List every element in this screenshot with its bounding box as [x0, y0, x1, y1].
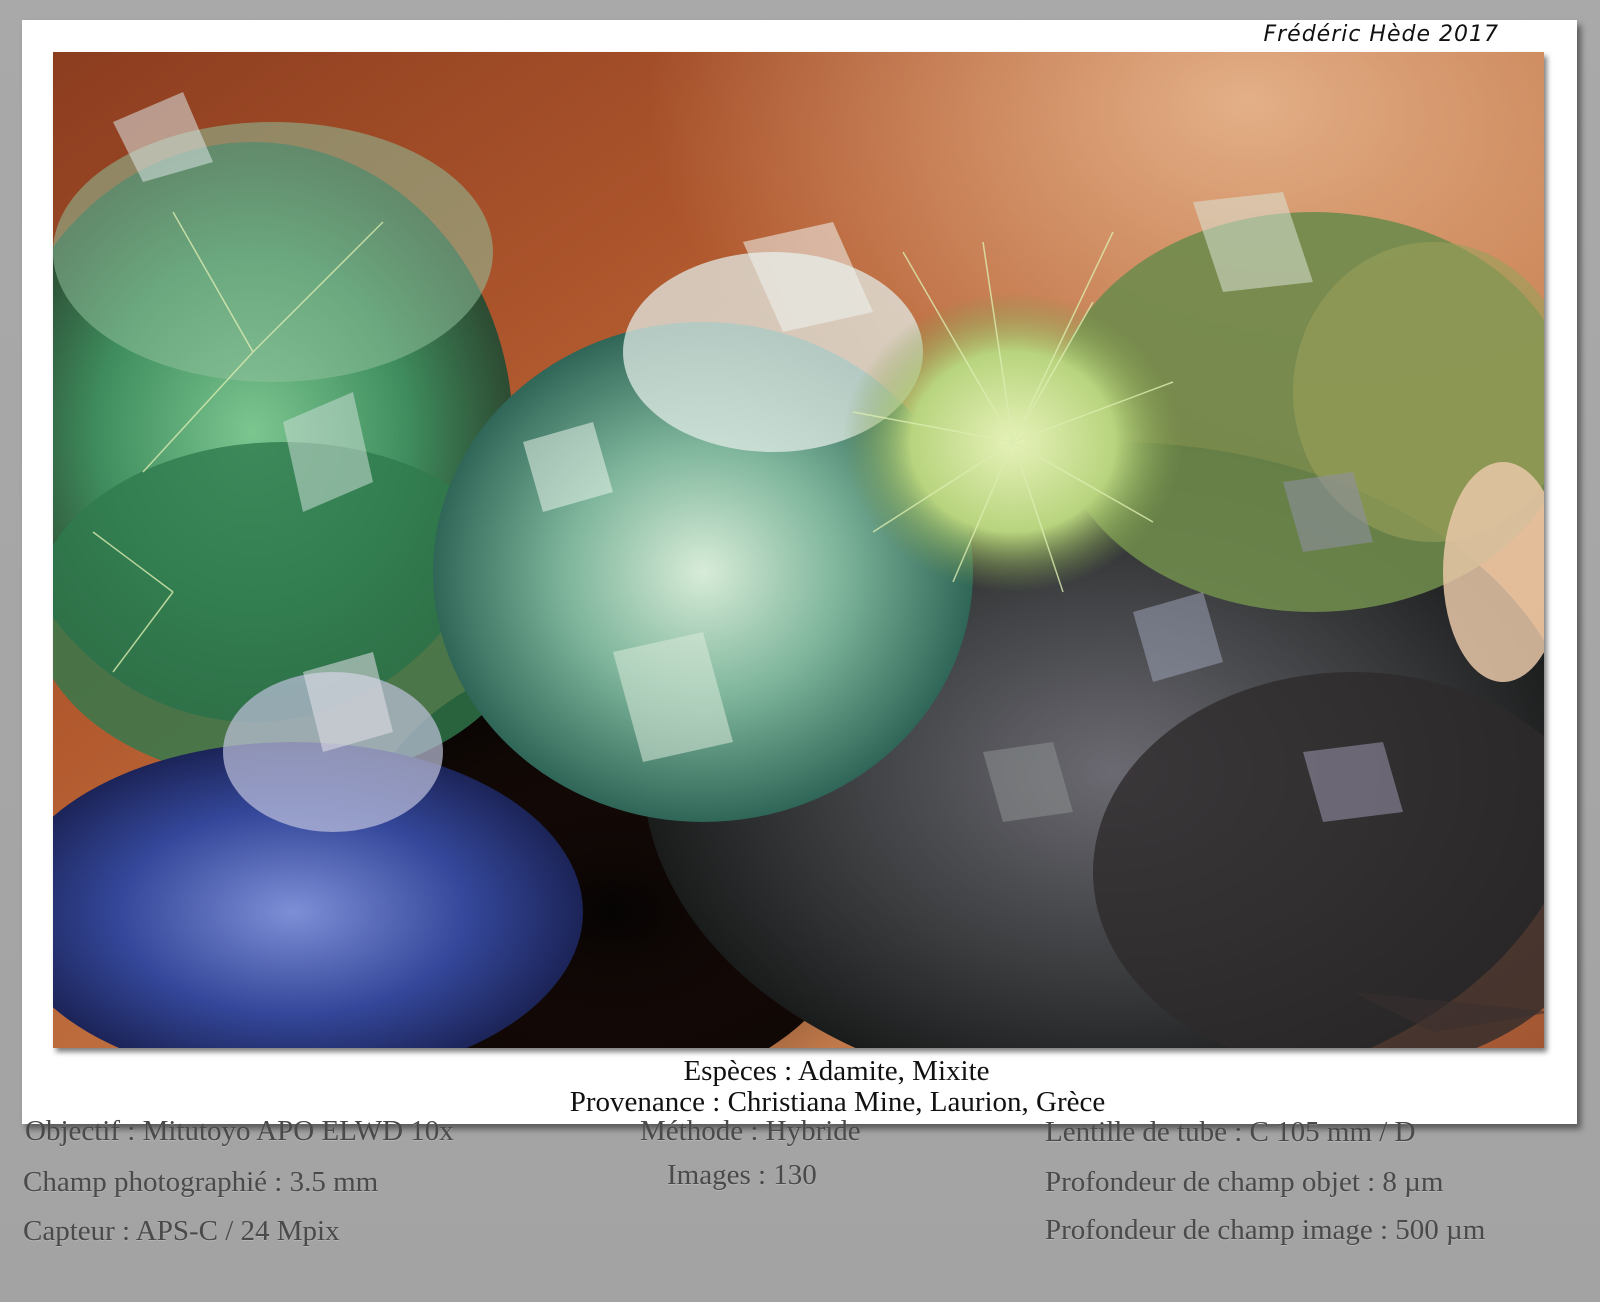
page: Frédéric Hède 2017 Espèces: Adamite, Mi…	[0, 0, 1600, 1302]
photographer-signature: Frédéric Hède 2017	[1263, 22, 1499, 47]
method-info: Méthode : Hybride	[640, 1115, 861, 1147]
mineral-photograph	[53, 52, 1544, 1048]
field-info: Champ photographié : 3.5 mm	[23, 1166, 379, 1198]
provenance-caption: Provenance : Christiana Mine, Laurion, G…	[569, 1086, 1106, 1118]
sensor-info: Capteur : APS-C / 24 Mpix	[23, 1215, 340, 1247]
images-info: Images : 130	[667, 1159, 817, 1191]
species-caption: Espèces : Adamite, Mixite	[683, 1055, 990, 1087]
mineral-photo-artwork	[53, 52, 1544, 1048]
tube-lens-info: Lentille de tube : C 105 mm / D	[1045, 1116, 1416, 1148]
image-depth-of-field-info: Profondeur de champ image : 500 µm	[1045, 1214, 1486, 1246]
photo-card: Frédéric Hède 2017 Espèces: Adamite, Mi…	[22, 20, 1577, 1124]
objective-info: Objectif : Mitutoyo APO ELWD 10x	[25, 1115, 454, 1147]
object-depth-of-field-info: Profondeur de champ objet : 8 µm	[1045, 1166, 1444, 1198]
